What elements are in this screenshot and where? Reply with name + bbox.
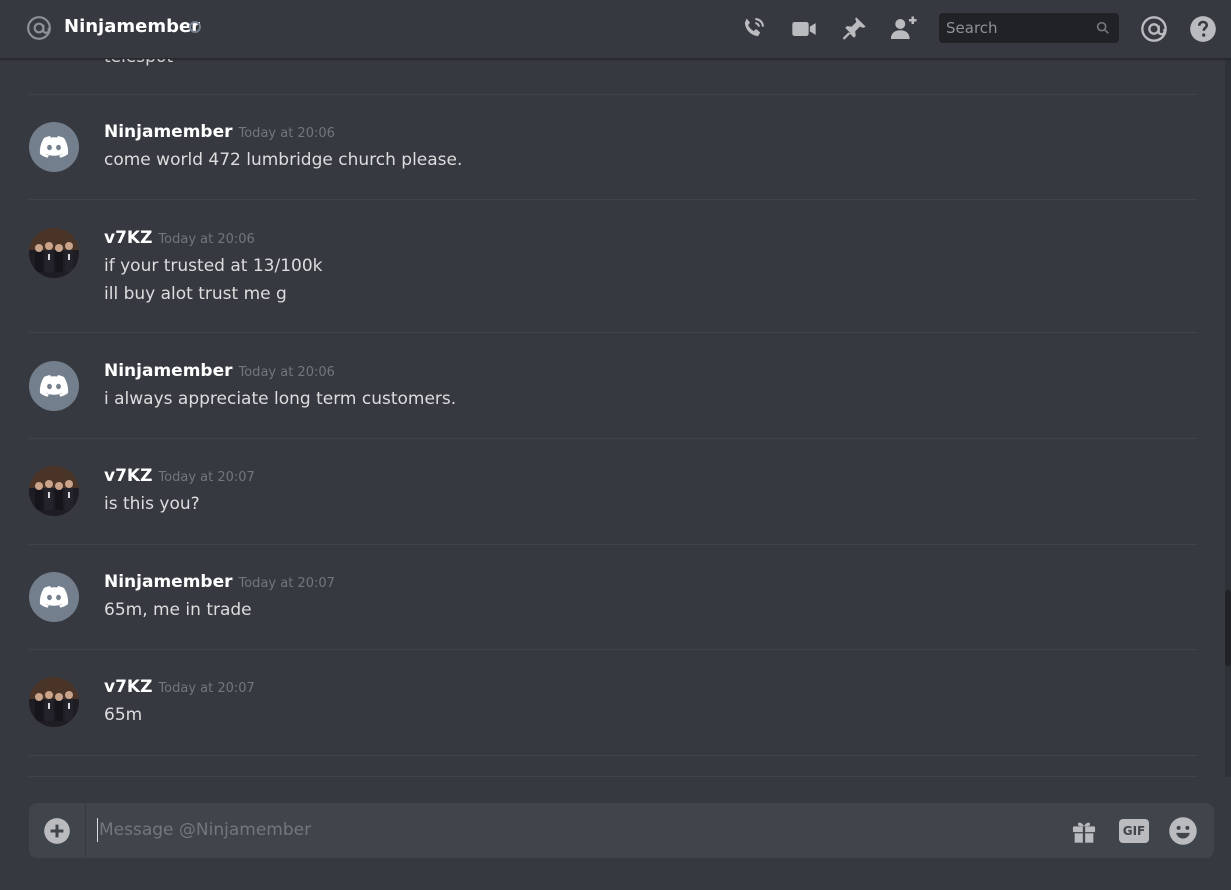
channel-header: Ninjamember (0, 0, 1231, 59)
avatar[interactable] (29, 361, 79, 411)
message-timestamp: Today at 20:06 (238, 365, 335, 380)
search-input[interactable] (946, 18, 1086, 38)
user-photo-icon (29, 677, 79, 727)
call-icon[interactable] (738, 14, 768, 44)
message-divider (29, 649, 1197, 650)
message-author[interactable]: v7KZ Today at 20:06 (104, 228, 255, 248)
avatar[interactable] (29, 228, 79, 278)
user-photo-icon (29, 228, 79, 278)
scrollbar-thumb[interactable] (1225, 590, 1231, 666)
discord-logo-icon (39, 136, 69, 158)
message-text: 65m, me in trade (104, 600, 252, 620)
discord-logo-icon (39, 586, 69, 608)
message-text: is this you? (104, 494, 200, 514)
mentions-icon[interactable] (1139, 14, 1169, 44)
search-icon (1096, 21, 1109, 34)
message-author[interactable]: v7KZ Today at 20:07 (104, 466, 255, 486)
user-photo-icon (29, 466, 79, 516)
gif-button[interactable]: GIF (1118, 815, 1150, 847)
message-timestamp: Today at 20:07 (238, 576, 335, 591)
composer-separator (85, 803, 86, 858)
status-dot (189, 21, 201, 33)
avatar[interactable] (29, 677, 79, 727)
gif-label: GIF (1122, 824, 1146, 838)
message-text: 65m (104, 705, 143, 725)
at-icon (27, 16, 51, 40)
gift-icon[interactable] (1068, 815, 1100, 847)
scrollbar-track[interactable] (1225, 59, 1231, 777)
message-list[interactable]: telespot NinjamemberToday at 20:06 come … (0, 59, 1222, 777)
message-divider (29, 332, 1197, 333)
message-timestamp: Today at 20:07 (158, 681, 255, 696)
message-text: come world 472 lumbridge church please. (104, 150, 463, 170)
message-divider (29, 199, 1197, 200)
message-text: ill buy alot trust me g (104, 284, 287, 304)
message-author[interactable]: Ninjamember Today at 20:06 (104, 361, 335, 381)
message-composer: GIF (29, 803, 1214, 858)
avatar[interactable] (29, 122, 79, 172)
message-author[interactable]: v7KZ Today at 20:07 (104, 677, 255, 697)
upload-plus-icon[interactable] (43, 817, 71, 845)
message-author[interactable]: Ninjamember Today at 20:07 (104, 572, 335, 592)
channel-title: Ninjamember (64, 16, 201, 37)
message-timestamp: Today at 20:06 (158, 232, 255, 247)
message-input[interactable] (97, 818, 999, 842)
pin-icon[interactable] (839, 14, 869, 44)
video-icon[interactable] (789, 14, 819, 44)
message-author[interactable]: Ninjamember Today at 20:06 (104, 122, 335, 142)
composer-divider (29, 776, 1197, 777)
partial-message-text: telespot (104, 59, 173, 67)
message-text: i always appreciate long term customers. (104, 389, 457, 409)
add-friend-icon[interactable] (889, 14, 919, 44)
avatar[interactable] (29, 572, 79, 622)
emoji-icon[interactable] (1167, 815, 1199, 847)
message-divider (29, 94, 1197, 95)
message-text: if your trusted at 13/100k (104, 256, 323, 276)
help-icon[interactable] (1188, 14, 1218, 44)
message-timestamp: Today at 20:06 (238, 126, 335, 141)
message-timestamp: Today at 20:07 (158, 470, 255, 485)
message-divider (29, 755, 1197, 756)
discord-logo-icon (39, 375, 69, 397)
avatar[interactable] (29, 466, 79, 516)
search-box[interactable] (939, 13, 1119, 43)
message-divider (29, 438, 1197, 439)
message-divider (29, 544, 1197, 545)
